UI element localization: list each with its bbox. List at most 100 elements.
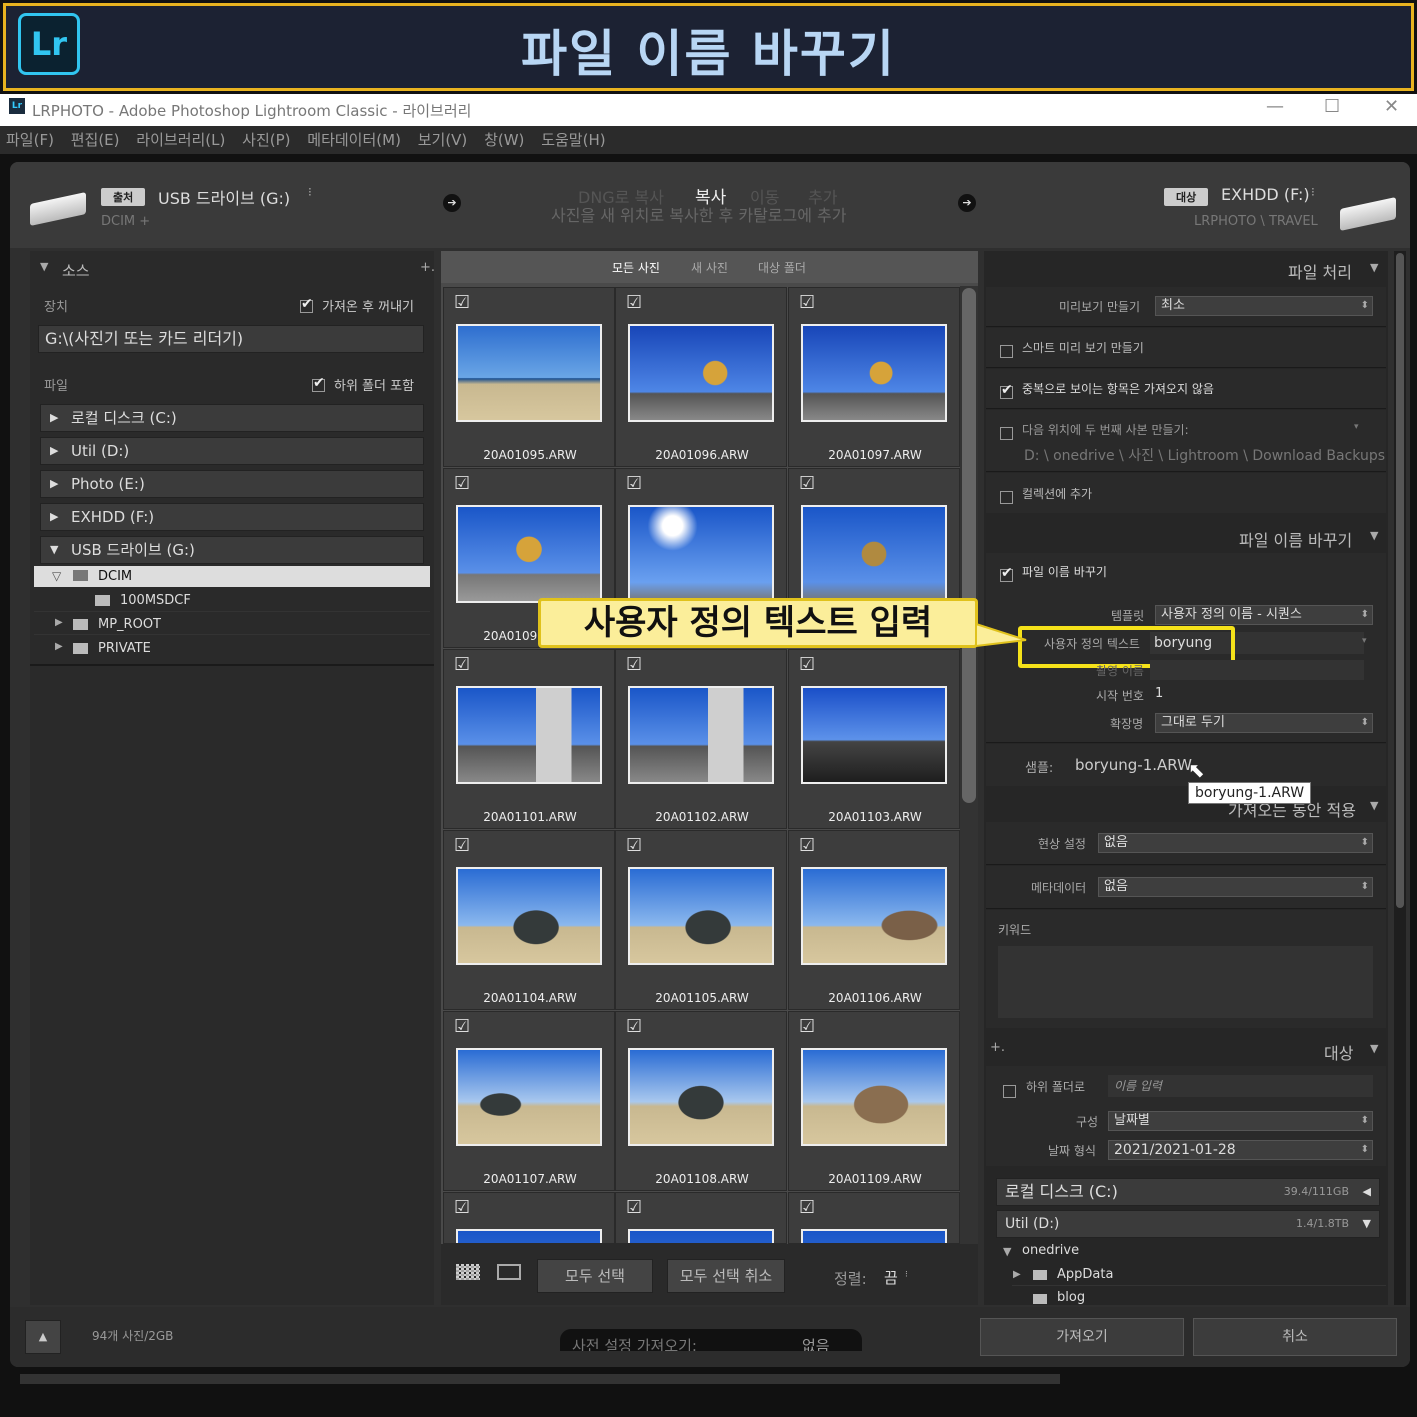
photo-cell[interactable]: ☑ 20A01102.ARW <box>615 649 787 829</box>
photo-thumbnail[interactable] <box>456 1048 602 1146</box>
photo-cell[interactable]: ☑ 20A01097.ARW <box>788 287 960 467</box>
develop-dropdown[interactable]: 없음 ⬍ <box>1098 833 1373 853</box>
photo-checkbox[interactable]: ☑ <box>454 1197 470 1218</box>
menu-metadata[interactable]: 메타데이터(M) <box>307 131 401 149</box>
photo-thumbnail[interactable] <box>801 1048 947 1146</box>
date-format-dropdown[interactable]: 2021/2021-01-28 ⬍ <box>1108 1140 1373 1160</box>
photo-thumbnail[interactable] <box>801 867 947 965</box>
photo-cell[interactable]: ☑ <box>615 1192 787 1244</box>
menu-window[interactable]: 창(W) <box>484 131 524 149</box>
menu-photo[interactable]: 사진(P) <box>242 131 290 149</box>
subfolders-checkbox[interactable] <box>312 375 325 392</box>
source-drive[interactable]: USB 드라이브 (G:) <box>158 185 290 209</box>
collapse-icon[interactable]: ▼ <box>1370 261 1378 274</box>
photo-checkbox[interactable]: ☑ <box>799 1197 815 1218</box>
photo-cell[interactable]: ☑ <box>443 1192 615 1244</box>
photo-checkbox[interactable]: ☑ <box>626 292 642 313</box>
dropdown-icon[interactable]: ▾ <box>1354 422 1359 432</box>
photo-checkbox[interactable]: ☑ <box>454 292 470 313</box>
folder-mp-root[interactable] <box>34 613 430 635</box>
menu-help[interactable]: 도움말(H) <box>541 131 605 149</box>
menu-edit[interactable]: 편집(E) <box>71 131 120 149</box>
photo-cell[interactable]: ☑ 20A01101.ARW <box>443 649 615 829</box>
smart-preview-checkbox[interactable] <box>1000 345 1013 358</box>
photo-thumbnail[interactable] <box>801 1229 947 1243</box>
photo-checkbox[interactable]: ☑ <box>626 1197 642 1218</box>
import-preset[interactable]: 사전 설정 가져오기: 없음 <box>560 1329 862 1351</box>
photo-checkbox[interactable]: ☑ <box>626 654 642 675</box>
photo-thumbnail[interactable] <box>456 324 602 422</box>
photo-thumbnail[interactable] <box>456 1229 602 1243</box>
add-source-button[interactable]: +. <box>420 260 435 275</box>
photo-checkbox[interactable]: ☑ <box>454 654 470 675</box>
keyword-input[interactable] <box>998 946 1373 1018</box>
photo-thumbnail[interactable] <box>801 505 947 603</box>
photo-thumbnail[interactable] <box>628 505 774 603</box>
tab-dest-folders[interactable]: 대상 폴더 <box>758 259 806 276</box>
photo-checkbox[interactable]: ☑ <box>799 1016 815 1037</box>
rename-checkbox[interactable] <box>1000 565 1013 582</box>
photo-cell[interactable]: ☑ 20A01105.ARW <box>615 830 787 1010</box>
collapse-icon[interactable]: ▼ <box>40 260 48 273</box>
tab-all-photos[interactable]: 모든 사진 <box>612 259 660 276</box>
maximize-button[interactable]: ☐ <box>1324 96 1340 117</box>
filmstrip-scrollbar[interactable] <box>20 1374 1060 1384</box>
photo-checkbox[interactable]: ☑ <box>799 473 815 494</box>
photo-checkbox[interactable]: ☑ <box>454 1016 470 1037</box>
photo-thumbnail[interactable] <box>628 867 774 965</box>
template-dropdown[interactable]: 사용자 정의 이름 - 시퀀스 ⬍ <box>1155 605 1373 625</box>
folder-100msdcf[interactable] <box>34 590 430 612</box>
extension-dropdown[interactable]: 그대로 두기 ⬍ <box>1155 713 1373 733</box>
photo-thumbnail[interactable] <box>801 686 947 784</box>
photo-thumbnail[interactable] <box>628 686 774 784</box>
photo-checkbox[interactable]: ☑ <box>799 835 815 856</box>
dest-dropdown-icon[interactable]: ⁝ <box>1311 185 1315 199</box>
photo-checkbox[interactable]: ☑ <box>626 1016 642 1037</box>
tree-blog[interactable]: blog <box>1057 1290 1085 1305</box>
source-dropdown-icon[interactable]: ⁝ <box>308 185 312 199</box>
collapse-icon[interactable]: ▼ <box>1370 1042 1378 1055</box>
tab-new-photos[interactable]: 새 사진 <box>691 259 728 276</box>
menu-file[interactable]: 파일(F) <box>6 131 54 149</box>
photo-thumbnail[interactable] <box>456 867 602 965</box>
photo-thumbnail[interactable] <box>628 1229 774 1243</box>
dest-drive[interactable]: EXHDD (F:) <box>1221 185 1310 204</box>
device-field[interactable]: G:\(사진기 또는 카드 리더기) <box>38 325 424 353</box>
eject-checkbox[interactable] <box>300 296 313 313</box>
photo-checkbox[interactable]: ☑ <box>454 835 470 856</box>
into-subfolder-checkbox[interactable] <box>1003 1085 1016 1098</box>
second-copy-checkbox[interactable] <box>1000 427 1013 440</box>
expand-up-button[interactable]: ▲ <box>25 1320 61 1354</box>
photo-cell[interactable]: ☑ <box>788 1192 960 1244</box>
photo-cell[interactable]: ☑ 20A01104.ARW <box>443 830 615 1010</box>
drive-row-f[interactable]: ▶ EXHDD (F:) <box>40 503 424 531</box>
collapse-icon[interactable]: ▼ <box>1370 529 1378 542</box>
dropdown-icon[interactable]: ▾ <box>1362 636 1367 646</box>
photo-cell[interactable]: ☑ 20A01107.ARW <box>443 1011 615 1191</box>
menu-view[interactable]: 보기(V) <box>418 131 468 149</box>
subfolder-name-input[interactable]: 이름 입력 <box>1108 1075 1373 1097</box>
collapse-icon[interactable]: ▼ <box>1370 799 1378 812</box>
grid-view-icon[interactable] <box>456 1264 480 1280</box>
folder-dcim[interactable]: DCIM <box>34 566 430 587</box>
photo-cell[interactable]: ☑ 20A01095.ARW <box>443 287 615 467</box>
photo-checkbox[interactable]: ☑ <box>626 473 642 494</box>
photo-checkbox[interactable]: ☑ <box>626 835 642 856</box>
menu-library[interactable]: 라이브러리(L) <box>136 131 225 149</box>
photo-thumbnail[interactable] <box>628 324 774 422</box>
metadata-dropdown[interactable]: 없음 ⬍ <box>1098 877 1373 897</box>
photo-thumbnail[interactable] <box>628 1048 774 1146</box>
folder-private[interactable] <box>34 637 430 659</box>
photo-checkbox[interactable]: ☑ <box>799 654 815 675</box>
photo-cell[interactable]: ☑ 20A01109.ARW <box>788 1011 960 1191</box>
select-all-button[interactable]: 모두 선택 <box>537 1259 653 1293</box>
photo-cell[interactable]: ☑ 20A01103.ARW <box>788 649 960 829</box>
sort-dropdown-icon[interactable]: ⁝ <box>905 1270 908 1280</box>
drive-row-e[interactable]: ▶ Photo (E:) <box>40 470 424 498</box>
no-duplicates-checkbox[interactable] <box>1000 382 1013 399</box>
drive-row-d[interactable]: ▶ Util (D:) <box>40 437 424 465</box>
organize-dropdown[interactable]: 날짜별 ⬍ <box>1108 1111 1373 1131</box>
photo-checkbox[interactable]: ☑ <box>454 473 470 494</box>
dest-add-button[interactable]: +. <box>990 1040 1005 1055</box>
photo-thumbnail[interactable] <box>801 324 947 422</box>
